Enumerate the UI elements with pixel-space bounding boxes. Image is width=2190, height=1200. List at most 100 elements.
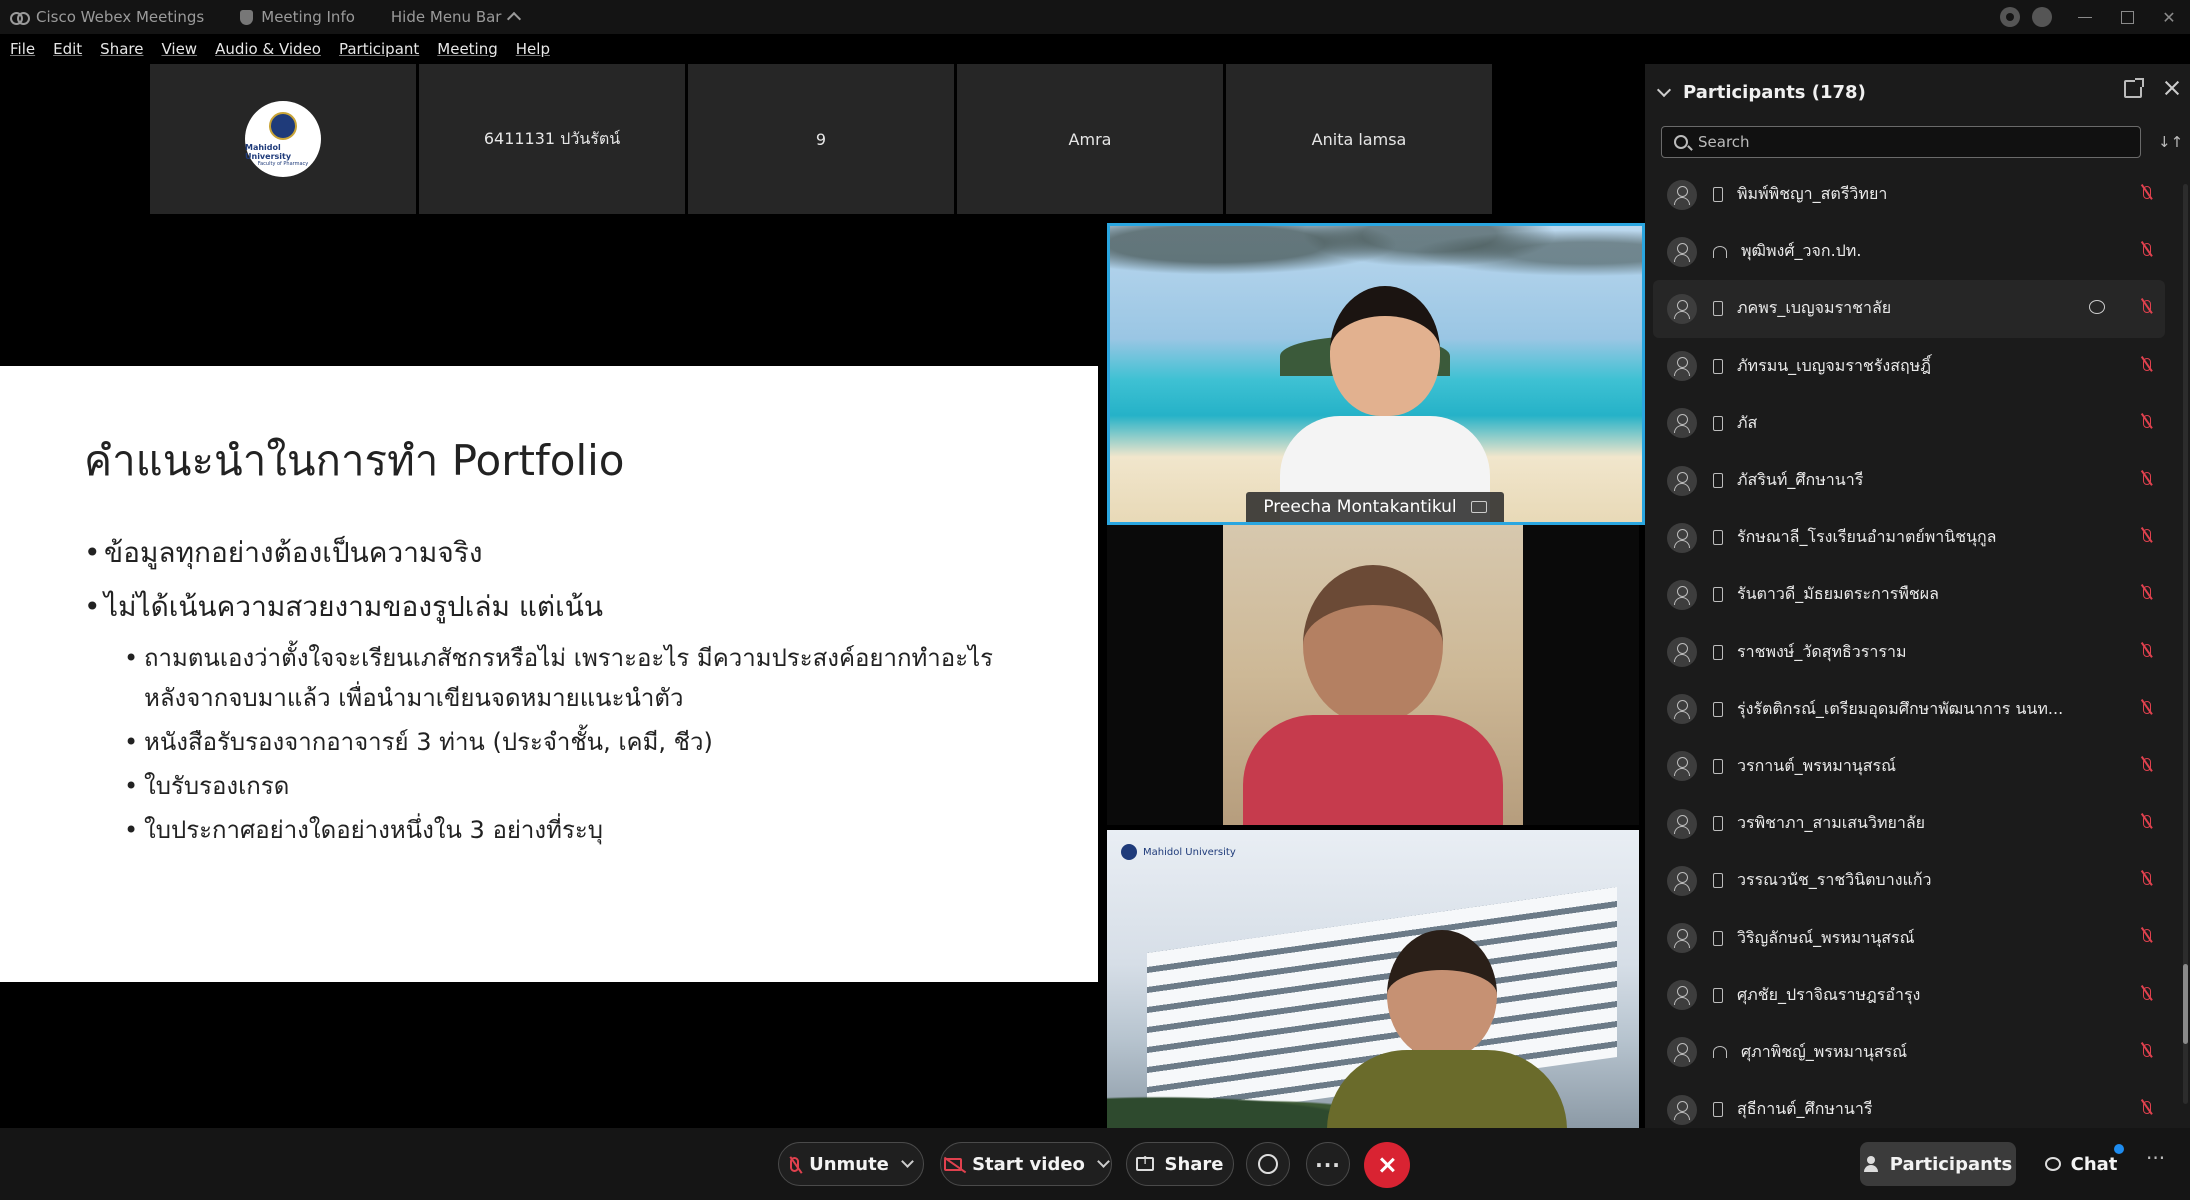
thumbnail-tile[interactable]: Anita lamsa bbox=[1226, 64, 1492, 214]
chevron-down-icon[interactable] bbox=[1097, 1155, 1110, 1168]
avatar-icon bbox=[1667, 637, 1697, 668]
title-bar: Cisco Webex Meetings Meeting Info Hide M… bbox=[0, 0, 2190, 34]
pop-out-icon[interactable] bbox=[2124, 78, 2144, 98]
muted-mic-icon[interactable] bbox=[2143, 586, 2151, 600]
crest-icon bbox=[1121, 844, 1137, 860]
participants-button[interactable]: Participants bbox=[1860, 1142, 2016, 1186]
start-video-button[interactable]: Start video bbox=[940, 1142, 1112, 1186]
participant-row[interactable]: พิมพ์พิชญา_สตรีวิทยา bbox=[1653, 166, 2165, 223]
connection-status-icon[interactable] bbox=[2000, 7, 2020, 27]
participant-row[interactable]: รันตาวดี_มัธยมตระการพืชผล bbox=[1653, 566, 2165, 623]
muted-mic-icon[interactable] bbox=[2143, 757, 2151, 771]
more-icon: ... bbox=[1315, 1148, 1341, 1172]
unmute-button[interactable]: Unmute bbox=[778, 1142, 924, 1186]
participant-row[interactable]: รุ่งรัตติกรณ์_เตรียมอุดมศึกษาพัฒนาการ นน… bbox=[1653, 681, 2165, 738]
thumbnail-name: Anita lamsa bbox=[1311, 129, 1407, 149]
muted-mic-icon[interactable] bbox=[2143, 700, 2151, 714]
participants-title: Participants (178) bbox=[1683, 81, 1866, 103]
video-tile[interactable] bbox=[1107, 525, 1639, 825]
minimize-button[interactable] bbox=[2064, 0, 2106, 34]
leave-meeting-button[interactable] bbox=[1364, 1142, 1410, 1188]
phone-icon bbox=[1713, 187, 1723, 203]
meeting-info-label: Meeting Info bbox=[261, 8, 355, 26]
chevron-down-icon[interactable] bbox=[1656, 82, 1672, 98]
menu-share[interactable]: Share bbox=[100, 40, 143, 58]
slide-sub-bullet: ใบรับรองเกรด bbox=[84, 766, 1084, 806]
participant-row[interactable]: วรพิชาภา_สามเสนวิทยาลัย bbox=[1653, 795, 2165, 852]
participant-row[interactable]: วรกานต์_พรหมานุสรณ์ bbox=[1653, 738, 2165, 795]
reactions-button[interactable] bbox=[1246, 1142, 1290, 1186]
thumbnail-tile[interactable]: Mahidol University Faculty of Pharmacy bbox=[150, 64, 416, 214]
avatar-icon bbox=[1667, 179, 1697, 210]
chat-bubble-icon[interactable] bbox=[2089, 300, 2105, 315]
avatar-icon bbox=[1667, 923, 1697, 954]
thumbnail-tile[interactable]: 9 bbox=[688, 64, 954, 214]
muted-mic-icon[interactable] bbox=[2143, 300, 2151, 314]
muted-mic-icon[interactable] bbox=[2143, 471, 2151, 485]
menu-meeting[interactable]: Meeting bbox=[437, 40, 497, 58]
muted-mic-icon[interactable] bbox=[2143, 357, 2151, 371]
menu-edit[interactable]: Edit bbox=[53, 40, 82, 58]
close-window-button[interactable]: ✕ bbox=[2148, 0, 2190, 34]
participant-name: ราชพงษ์_วัดสุทธิวราราม bbox=[1737, 641, 1907, 661]
thumbnail-tile[interactable]: Amra bbox=[957, 64, 1223, 214]
chevron-down-icon[interactable] bbox=[901, 1155, 914, 1168]
profile-icon[interactable] bbox=[2032, 7, 2052, 27]
muted-mic-icon[interactable] bbox=[2143, 929, 2151, 943]
participant-row[interactable]: ภัทรมน_เบญจมราชรังสฤษฎิ์ bbox=[1653, 338, 2165, 395]
participant-row[interactable]: ศุภาพิชญ์_พรหมานุสรณ์ bbox=[1653, 1024, 2165, 1081]
participant-row[interactable]: วรรณวนัช_ราชวินิตบางแก้ว bbox=[1653, 852, 2165, 909]
participant-name: ภัส bbox=[1737, 412, 1758, 432]
participant-row[interactable]: พุฒิพงศ์_วจก.ปท. bbox=[1653, 223, 2165, 280]
participant-row[interactable]: ภัสรินท์_ศึกษานารี bbox=[1653, 452, 2165, 509]
muted-mic-icon[interactable] bbox=[2143, 815, 2151, 829]
participant-name: วรกานต์_พรหมานุสรณ์ bbox=[1737, 755, 1896, 775]
participant-row[interactable]: ศุภชัย_ปราจิณราษฎรอำรุง bbox=[1653, 967, 2165, 1024]
slide-sub-bullet: ถามตนเองว่าตั้งใจจะเรียนเภสัชกรหรือไม่ เ… bbox=[84, 638, 1004, 718]
chat-button[interactable]: Chat bbox=[2036, 1142, 2126, 1186]
participant-name: วรรณวนัช_ราชวินิตบางแก้ว bbox=[1737, 870, 1932, 890]
muted-mic-icon[interactable] bbox=[2143, 986, 2151, 1000]
muted-mic-icon[interactable] bbox=[2143, 243, 2151, 257]
slide-title: คำแนะนำในการทำ Portfolio bbox=[84, 436, 625, 485]
participants-panel-header[interactable]: Participants (178) bbox=[1656, 78, 1866, 106]
menu-file[interactable]: File bbox=[10, 40, 35, 58]
more-panels-icon[interactable]: ··· bbox=[2146, 1146, 2165, 1170]
avatar-icon bbox=[1667, 865, 1697, 896]
menu-audio-video[interactable]: Audio & Video bbox=[215, 40, 321, 58]
muted-mic-icon[interactable] bbox=[2143, 186, 2151, 199]
participant-video bbox=[1223, 525, 1523, 825]
video-tile[interactable]: Mahidol University bbox=[1107, 830, 1639, 1128]
video-tile-active-speaker[interactable]: Preecha Montakantikul bbox=[1107, 223, 1645, 525]
close-panel-icon[interactable] bbox=[2164, 80, 2180, 96]
participant-row[interactable]: ราชพงษ์_วัดสุทธิวราราม bbox=[1653, 624, 2165, 681]
maximize-button[interactable] bbox=[2106, 0, 2148, 34]
scrollbar-thumb[interactable] bbox=[2183, 964, 2188, 1044]
muted-mic-icon[interactable] bbox=[2143, 643, 2151, 657]
avatar-icon bbox=[1667, 808, 1697, 839]
avatar-icon bbox=[1667, 293, 1697, 324]
hide-menu-bar-button[interactable]: Hide Menu Bar bbox=[391, 8, 522, 27]
search-input[interactable] bbox=[1696, 132, 2140, 152]
muted-mic-icon[interactable] bbox=[2143, 414, 2151, 428]
muted-mic-icon[interactable] bbox=[2143, 529, 2151, 543]
participant-row[interactable]: รักษณาลี_โรงเรียนอำมาตย์พานิชนุกูล bbox=[1653, 509, 2165, 566]
share-button[interactable]: Share bbox=[1126, 1142, 1234, 1186]
more-options-button[interactable]: ... bbox=[1306, 1142, 1350, 1186]
avatar-icon bbox=[1667, 694, 1697, 725]
muted-mic-icon[interactable] bbox=[2143, 872, 2151, 886]
menu-help[interactable]: Help bbox=[516, 40, 550, 58]
participant-row[interactable]: ภคพร_เบญจมราชาลัย bbox=[1653, 280, 2165, 338]
sort-icon[interactable] bbox=[2158, 132, 2174, 152]
meeting-info-button[interactable]: Meeting Info bbox=[240, 8, 355, 26]
menu-participant[interactable]: Participant bbox=[339, 40, 419, 58]
muted-mic-icon[interactable] bbox=[2143, 1043, 2151, 1057]
avatar-icon bbox=[1667, 579, 1697, 610]
participant-row[interactable]: ภัส bbox=[1653, 395, 2165, 452]
participant-search[interactable] bbox=[1661, 126, 2141, 158]
participant-name: พุฒิพงศ์_วจก.ปท. bbox=[1741, 241, 1862, 261]
menu-view[interactable]: View bbox=[161, 40, 197, 58]
participant-row[interactable]: วิริญลักษณ์_พรหมานุสรณ์ bbox=[1653, 909, 2165, 966]
thumbnail-tile[interactable]: 6411131 ปวันรัตน์ bbox=[419, 64, 685, 214]
muted-mic-icon[interactable] bbox=[2143, 1101, 2151, 1114]
